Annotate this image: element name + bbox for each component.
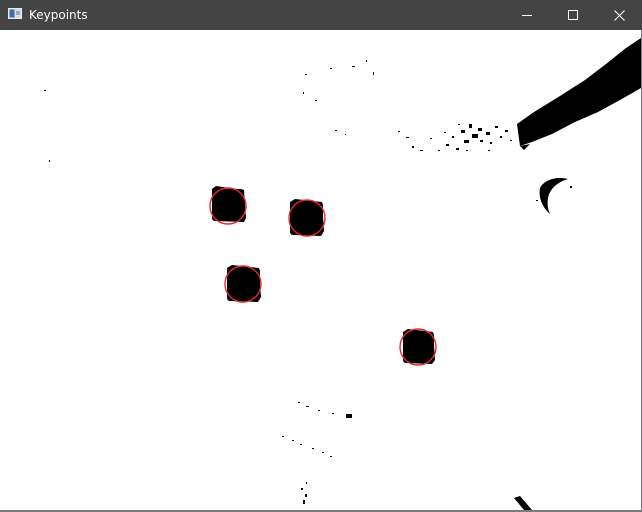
keypoints-image bbox=[0, 30, 641, 510]
window-title: Keypoints bbox=[29, 8, 88, 22]
minimize-icon bbox=[522, 15, 532, 16]
maximize-icon bbox=[568, 10, 578, 20]
minimize-button[interactable] bbox=[504, 0, 550, 30]
close-button[interactable] bbox=[596, 0, 642, 30]
opencv-window-icon bbox=[8, 8, 22, 19]
maximize-button[interactable] bbox=[550, 0, 596, 30]
blob-2 bbox=[288, 199, 326, 237]
blob-4 bbox=[399, 328, 437, 366]
image-canvas bbox=[0, 30, 641, 510]
keypoints-window: Keypoints bbox=[0, 0, 642, 512]
blob-1 bbox=[209, 186, 247, 225]
blob-3 bbox=[224, 265, 262, 303]
title-bar[interactable]: Keypoints bbox=[0, 0, 642, 30]
close-icon bbox=[613, 9, 625, 21]
